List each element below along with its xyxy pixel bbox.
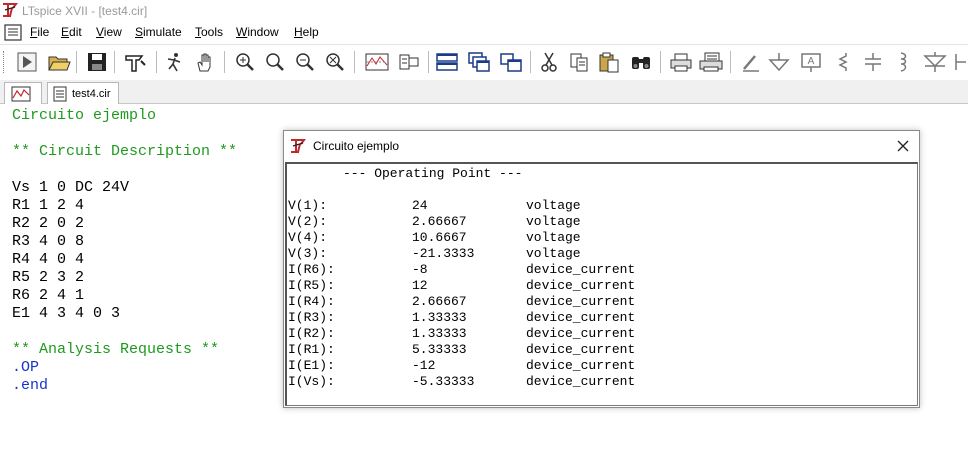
print-preview-icon[interactable] bbox=[668, 49, 694, 75]
diode-icon[interactable] bbox=[922, 49, 948, 75]
dialog-title: Circuito ejemplo bbox=[313, 139, 400, 153]
netlist-title-line: Circuito ejemplo bbox=[12, 107, 157, 124]
netlist-line: R1 1 2 4 bbox=[12, 197, 85, 214]
pan-icon[interactable] bbox=[192, 49, 218, 75]
run-icon[interactable] bbox=[14, 49, 40, 75]
close-button[interactable] bbox=[893, 136, 913, 156]
window-title: LTspice XVII - [test4.cir] bbox=[22, 4, 148, 18]
netlist-document-icon[interactable] bbox=[4, 24, 22, 41]
netlist-file-icon bbox=[53, 86, 67, 101]
print-icon[interactable] bbox=[698, 49, 724, 75]
autorange-icon[interactable] bbox=[322, 49, 348, 75]
operating-point-output[interactable]: --- Operating Point --- V(1): 24 voltage V… bbox=[285, 162, 918, 406]
document-tab-strip: test4.cir bbox=[0, 80, 968, 104]
toolbar-grip[interactable] bbox=[3, 51, 5, 73]
netlist-line: R4 4 0 4 bbox=[12, 251, 85, 268]
close-icon bbox=[897, 140, 909, 152]
netlist-line: R2 2 0 2 bbox=[12, 215, 85, 232]
netlist-comment-line: ** Analysis Requests ** bbox=[12, 341, 220, 358]
capacitor-icon[interactable] bbox=[860, 49, 886, 75]
halt-icon[interactable] bbox=[162, 49, 188, 75]
operating-point-dialog: Circuito ejemplo --- Operating Point ---… bbox=[283, 130, 920, 408]
tile-schematic-icon[interactable] bbox=[396, 49, 422, 75]
zoom-fit-icon[interactable] bbox=[262, 49, 288, 75]
paste-icon[interactable] bbox=[596, 49, 622, 75]
netlist-line: R5 2 3 2 bbox=[12, 269, 85, 286]
netlist-directive-line: .end bbox=[12, 377, 49, 394]
menu-simulate[interactable]: Simulate bbox=[135, 25, 182, 39]
zoom-in-icon[interactable] bbox=[232, 49, 258, 75]
cut-icon[interactable] bbox=[536, 49, 562, 75]
svg-text:A: A bbox=[808, 56, 815, 67]
find-icon[interactable] bbox=[628, 49, 654, 75]
netlist-comment-line: ** Circuit Description ** bbox=[12, 143, 238, 160]
tile-horizontal-icon[interactable] bbox=[434, 49, 460, 75]
menu-help[interactable]: Help bbox=[294, 25, 319, 39]
tab-waveform[interactable] bbox=[4, 82, 42, 104]
netlist-line: Vs 1 0 DC 24V bbox=[12, 179, 130, 196]
menu-window[interactable]: Window bbox=[236, 25, 279, 39]
label-icon[interactable]: A bbox=[798, 49, 824, 75]
menu-bar: File Edit View Simulate Tools Window Hel… bbox=[0, 23, 968, 43]
wire-icon[interactable] bbox=[738, 49, 764, 75]
netlist-line: E1 4 3 4 0 3 bbox=[12, 305, 121, 322]
save-icon[interactable] bbox=[84, 49, 110, 75]
menu-view[interactable]: View bbox=[96, 25, 122, 39]
netlist-line: R3 4 0 8 bbox=[12, 233, 85, 250]
title-bar: LTspice XVII - [test4.cir] bbox=[0, 0, 968, 22]
netlist-directive-line: .OP bbox=[12, 359, 40, 376]
toolbar: A bbox=[0, 44, 968, 78]
open-icon[interactable] bbox=[46, 49, 72, 75]
tab-label: test4.cir bbox=[72, 87, 111, 100]
control-panel-icon[interactable] bbox=[122, 49, 148, 75]
menu-edit[interactable]: Edit bbox=[61, 25, 82, 39]
tab-test4-cir[interactable]: test4.cir bbox=[47, 82, 119, 104]
resistor-icon[interactable] bbox=[830, 49, 856, 75]
ltspice-logo-icon bbox=[291, 139, 306, 153]
view-window-icon[interactable] bbox=[364, 49, 390, 75]
menu-file[interactable]: File bbox=[30, 25, 49, 39]
menu-tools[interactable]: Tools bbox=[195, 25, 223, 39]
ground-icon[interactable] bbox=[766, 49, 792, 75]
copy-icon[interactable] bbox=[566, 49, 592, 75]
inductor-icon[interactable] bbox=[890, 49, 916, 75]
dialog-title-bar[interactable]: Circuito ejemplo bbox=[284, 131, 919, 161]
more-components-icon[interactable] bbox=[952, 49, 968, 75]
operating-point-header: --- Operating Point --- bbox=[343, 166, 523, 181]
netlist-line: R6 2 4 1 bbox=[12, 287, 85, 304]
tile-vertical-icon[interactable] bbox=[498, 49, 524, 75]
zoom-out-icon[interactable] bbox=[292, 49, 318, 75]
ltspice-logo-icon bbox=[3, 3, 18, 17]
cascade-icon[interactable] bbox=[466, 49, 492, 75]
waveform-icon bbox=[11, 86, 31, 101]
